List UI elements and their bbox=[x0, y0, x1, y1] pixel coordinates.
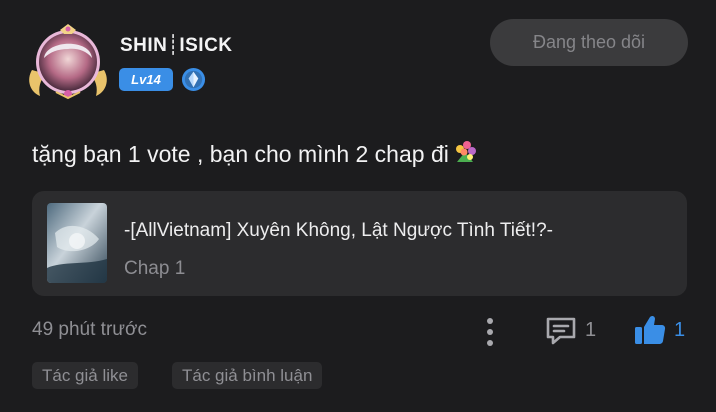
author-comment-tag: Tác giả bình luận bbox=[172, 362, 323, 389]
story-title[interactable]: -[AllVietnam] Xuyên Không, Lật Ngược Tìn… bbox=[124, 220, 553, 242]
user-badges: Lv14 bbox=[119, 67, 206, 92]
comment-body: tặng bạn 1 vote , bạn cho mình 2 chap đi bbox=[32, 141, 449, 167]
level-badge: Lv14 bbox=[119, 68, 173, 91]
diamond-rank-icon bbox=[181, 67, 206, 92]
following-button[interactable]: Đang theo dõi bbox=[490, 19, 688, 66]
story-chapter: Chap 1 bbox=[124, 258, 186, 279]
thumbs-up-icon[interactable] bbox=[633, 313, 667, 347]
bouquet-icon bbox=[455, 141, 476, 162]
comment-time: 49 phút trước bbox=[32, 319, 147, 340]
username[interactable]: SHIN┊ISICK bbox=[120, 34, 233, 57]
story-card[interactable]: -[AllVietnam] Xuyên Không, Lật Ngược Tìn… bbox=[32, 191, 687, 296]
comment-count: 1 bbox=[585, 319, 597, 341]
story-cover-image bbox=[47, 203, 107, 283]
comment-text: tặng bạn 1 vote , bạn cho mình 2 chap đi bbox=[32, 138, 479, 168]
avatar-frame-icon bbox=[29, 24, 107, 100]
like-count: 1 bbox=[674, 319, 686, 341]
avatar[interactable] bbox=[26, 22, 110, 102]
author-like-tag: Tác giả like bbox=[32, 362, 138, 389]
more-options-icon[interactable] bbox=[480, 315, 500, 349]
comment-icon[interactable] bbox=[544, 315, 578, 347]
